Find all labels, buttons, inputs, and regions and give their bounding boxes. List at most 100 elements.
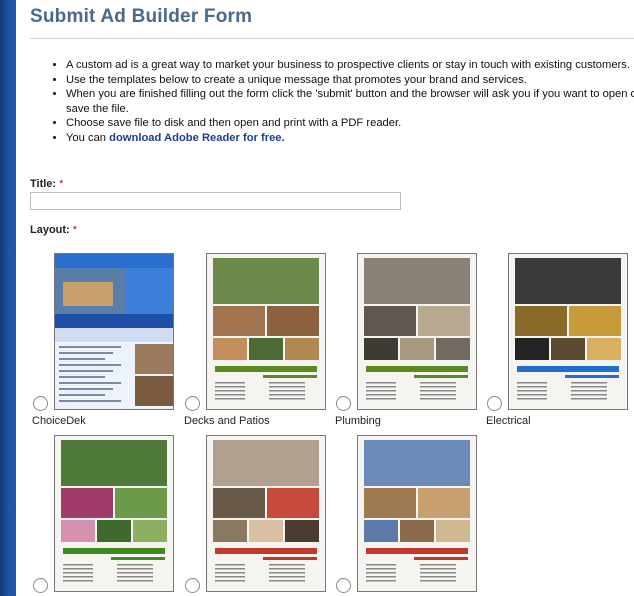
artwork-block xyxy=(366,548,468,554)
artwork-block xyxy=(366,394,396,396)
layout-radio[interactable] xyxy=(33,578,48,593)
artwork-block xyxy=(63,568,93,570)
artwork-block xyxy=(269,576,305,578)
title-label-text: Title: xyxy=(30,178,57,190)
artwork-block xyxy=(213,520,247,542)
artwork-block xyxy=(125,268,173,314)
artwork-block xyxy=(366,386,396,388)
layout-label-text: Layout: xyxy=(30,224,70,236)
layout-name: Decks and Patios xyxy=(184,415,270,427)
artwork-block xyxy=(269,390,305,392)
artwork-block xyxy=(215,548,317,554)
artwork-block xyxy=(366,572,396,574)
layout-thumbnail[interactable] xyxy=(206,253,326,410)
artwork-block xyxy=(364,338,398,360)
layout-radio[interactable] xyxy=(185,578,200,593)
artwork-block xyxy=(517,386,547,388)
template-artwork xyxy=(55,254,173,409)
artwork-block xyxy=(269,398,305,400)
artwork-block xyxy=(364,258,470,304)
artwork-block xyxy=(517,382,547,384)
artwork-block xyxy=(55,328,173,342)
layout-radio[interactable] xyxy=(487,396,502,411)
artwork-block xyxy=(414,375,468,378)
layout-radio[interactable] xyxy=(336,578,351,593)
artwork-block xyxy=(59,400,121,402)
artwork-block xyxy=(63,572,93,574)
bullet-item: A custom ad is a great way to market you… xyxy=(66,58,634,73)
artwork-block xyxy=(269,386,305,388)
artwork-block xyxy=(133,520,167,542)
artwork-block xyxy=(420,580,456,582)
artwork-block xyxy=(215,390,245,392)
artwork-block xyxy=(63,576,93,578)
artwork-block xyxy=(366,366,468,372)
artwork-block xyxy=(436,520,470,542)
artwork-block xyxy=(135,344,173,374)
artwork-block xyxy=(97,520,131,542)
artwork-block xyxy=(59,376,105,378)
required-mark: * xyxy=(72,224,78,236)
artwork-block xyxy=(414,557,468,560)
artwork-block xyxy=(571,390,607,392)
template-artwork xyxy=(207,436,325,591)
artwork-block xyxy=(61,520,95,542)
page-title: Submit Ad Builder Form xyxy=(30,6,253,27)
layout-thumbnail[interactable] xyxy=(508,253,628,410)
bullet-item: Use the templates below to create a uniq… xyxy=(66,73,634,88)
artwork-block xyxy=(569,306,621,336)
required-mark: * xyxy=(59,178,64,190)
artwork-block xyxy=(117,564,153,566)
layout-label: Layout: * xyxy=(30,224,77,236)
adobe-reader-link[interactable]: download Adobe Reader for free. xyxy=(109,132,285,144)
artwork-block xyxy=(59,358,105,360)
artwork-block xyxy=(418,488,470,518)
layout-thumbnail[interactable] xyxy=(357,435,477,592)
layout-name: Plumbing xyxy=(335,415,381,427)
title-input[interactable] xyxy=(30,192,401,210)
artwork-block xyxy=(215,366,317,372)
artwork-block xyxy=(515,306,567,336)
artwork-block xyxy=(59,364,121,366)
artwork-block xyxy=(571,394,607,396)
layout-thumbnail[interactable] xyxy=(54,253,174,410)
artwork-block xyxy=(269,580,305,582)
artwork-block xyxy=(215,398,245,400)
artwork-block xyxy=(63,580,93,582)
artwork-block xyxy=(215,576,245,578)
artwork-block xyxy=(215,394,245,396)
artwork-block xyxy=(63,548,165,554)
artwork-block xyxy=(400,520,434,542)
artwork-block xyxy=(364,306,416,336)
artwork-block xyxy=(59,382,121,384)
artwork-block xyxy=(587,338,621,360)
form-panel: Submit Ad Builder Form A custom ad is a … xyxy=(16,0,634,596)
layout-name: ChoiceDek xyxy=(32,415,86,427)
artwork-block xyxy=(59,352,113,354)
layout-radio[interactable] xyxy=(336,396,351,411)
artwork-block xyxy=(571,398,607,400)
artwork-block xyxy=(565,375,619,378)
artwork-block xyxy=(571,382,607,384)
artwork-block xyxy=(249,338,283,360)
template-artwork xyxy=(55,436,173,591)
artwork-block xyxy=(517,398,547,400)
artwork-block xyxy=(55,314,173,328)
artwork-block xyxy=(213,488,265,518)
artwork-block xyxy=(215,382,245,384)
template-artwork xyxy=(207,254,325,409)
artwork-block xyxy=(215,580,245,582)
layout-radio[interactable] xyxy=(33,396,48,411)
artwork-block xyxy=(111,557,165,560)
layout-thumbnail[interactable] xyxy=(206,435,326,592)
template-artwork xyxy=(509,254,627,409)
artwork-block xyxy=(364,520,398,542)
layout-radio[interactable] xyxy=(185,396,200,411)
bullet-text: You can xyxy=(66,131,110,144)
artwork-block xyxy=(436,338,470,360)
template-artwork xyxy=(358,436,476,591)
layout-thumbnail[interactable] xyxy=(54,435,174,592)
layout-thumbnail[interactable] xyxy=(357,253,477,410)
artwork-block xyxy=(517,390,547,392)
artwork-block xyxy=(364,488,416,518)
